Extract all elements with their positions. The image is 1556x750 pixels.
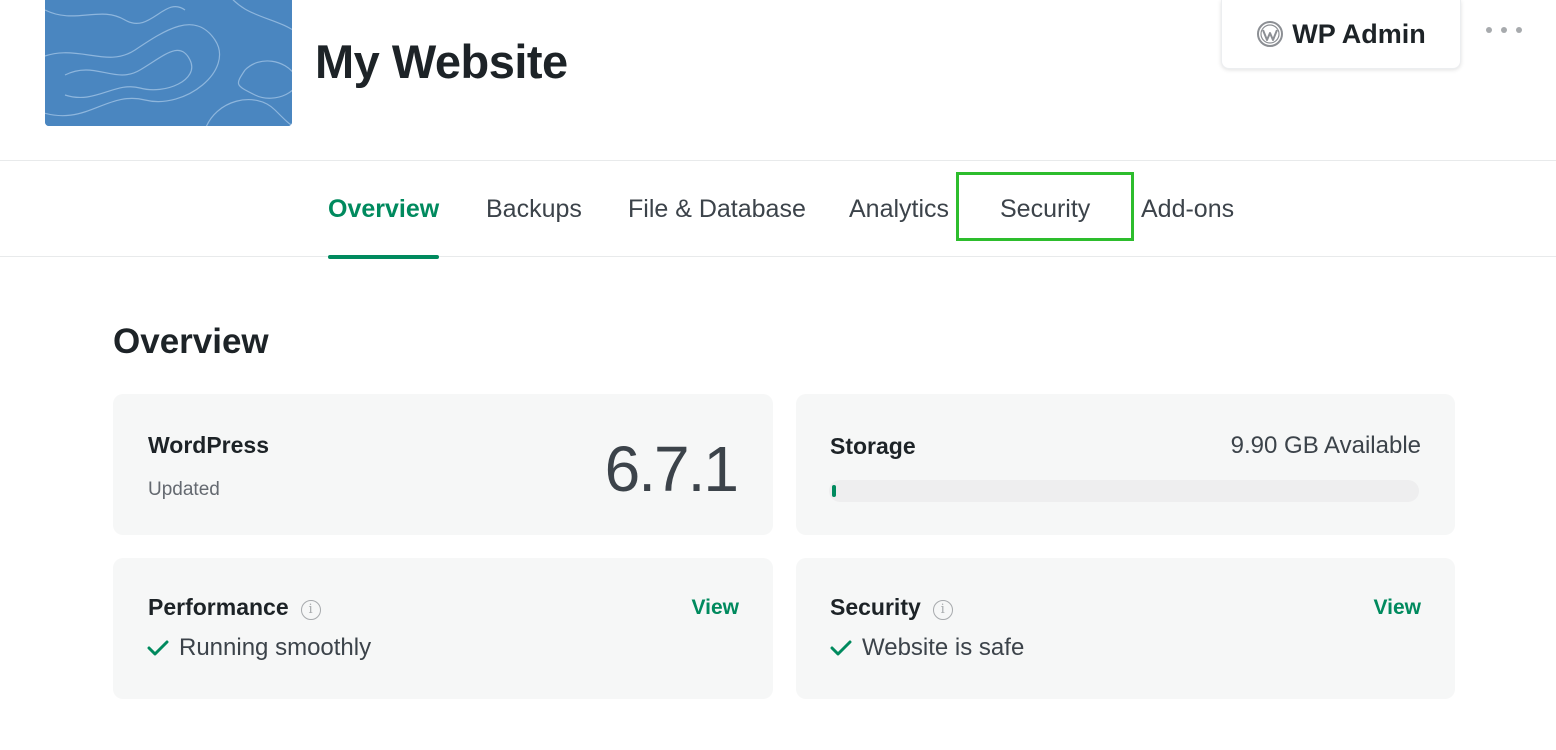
info-icon[interactable]: i xyxy=(300,600,321,620)
tab-bar: Overview Backups File & Database Analyti… xyxy=(0,160,1556,259)
wp-admin-label: WP Admin xyxy=(1292,18,1426,49)
tab-security[interactable]: Security xyxy=(1000,161,1090,257)
performance-label: Performance xyxy=(148,594,289,620)
performance-status-line: Running smoothly xyxy=(147,634,371,662)
storage-progress-bar xyxy=(829,480,1419,502)
more-options-button[interactable] xyxy=(1486,18,1522,42)
more-dot-icon xyxy=(1486,27,1492,33)
section-title: Overview xyxy=(113,322,269,361)
info-icon[interactable]: i xyxy=(932,600,953,620)
wp-admin-button[interactable]: WP Admin xyxy=(1221,0,1461,69)
security-label: Security xyxy=(830,594,921,620)
topographic-pattern-icon xyxy=(45,0,292,126)
wordpress-status: Updated xyxy=(148,479,220,500)
security-card: Security i View Website is safe xyxy=(796,558,1455,699)
tab-overview[interactable]: Overview xyxy=(328,161,440,259)
storage-available: 9.90 GB Available xyxy=(1230,432,1421,459)
security-view-link[interactable]: View xyxy=(1374,596,1421,620)
wordpress-card: WordPress Updated 6.7.1 xyxy=(113,394,773,535)
wordpress-logo-icon xyxy=(1257,21,1284,47)
security-status: Website is safe xyxy=(862,634,1025,661)
wordpress-version: 6.7.1 xyxy=(604,433,739,505)
tab-file-database[interactable]: File & Database xyxy=(628,161,806,257)
site-thumbnail xyxy=(45,0,292,126)
more-dot-icon xyxy=(1516,27,1522,33)
wordpress-label: WordPress xyxy=(148,432,270,458)
site-title: My Website xyxy=(315,35,568,88)
check-icon xyxy=(830,640,852,656)
security-header: Security i xyxy=(830,594,953,621)
security-status-line: Website is safe xyxy=(830,634,1024,662)
check-icon xyxy=(147,640,169,656)
more-dot-icon xyxy=(1501,27,1507,33)
storage-label: Storage xyxy=(830,433,916,459)
performance-view-link[interactable]: View xyxy=(692,596,739,620)
performance-header: Performance i xyxy=(148,594,321,621)
storage-card: Storage 9.90 GB Available xyxy=(796,394,1455,535)
storage-progress-fill xyxy=(832,485,836,497)
tab-add-ons[interactable]: Add-ons xyxy=(1141,161,1234,257)
performance-status: Running smoothly xyxy=(179,634,372,661)
tab-analytics[interactable]: Analytics xyxy=(849,161,949,257)
tab-backups[interactable]: Backups xyxy=(486,161,582,257)
performance-card: Performance i View Running smoothly xyxy=(113,558,773,699)
